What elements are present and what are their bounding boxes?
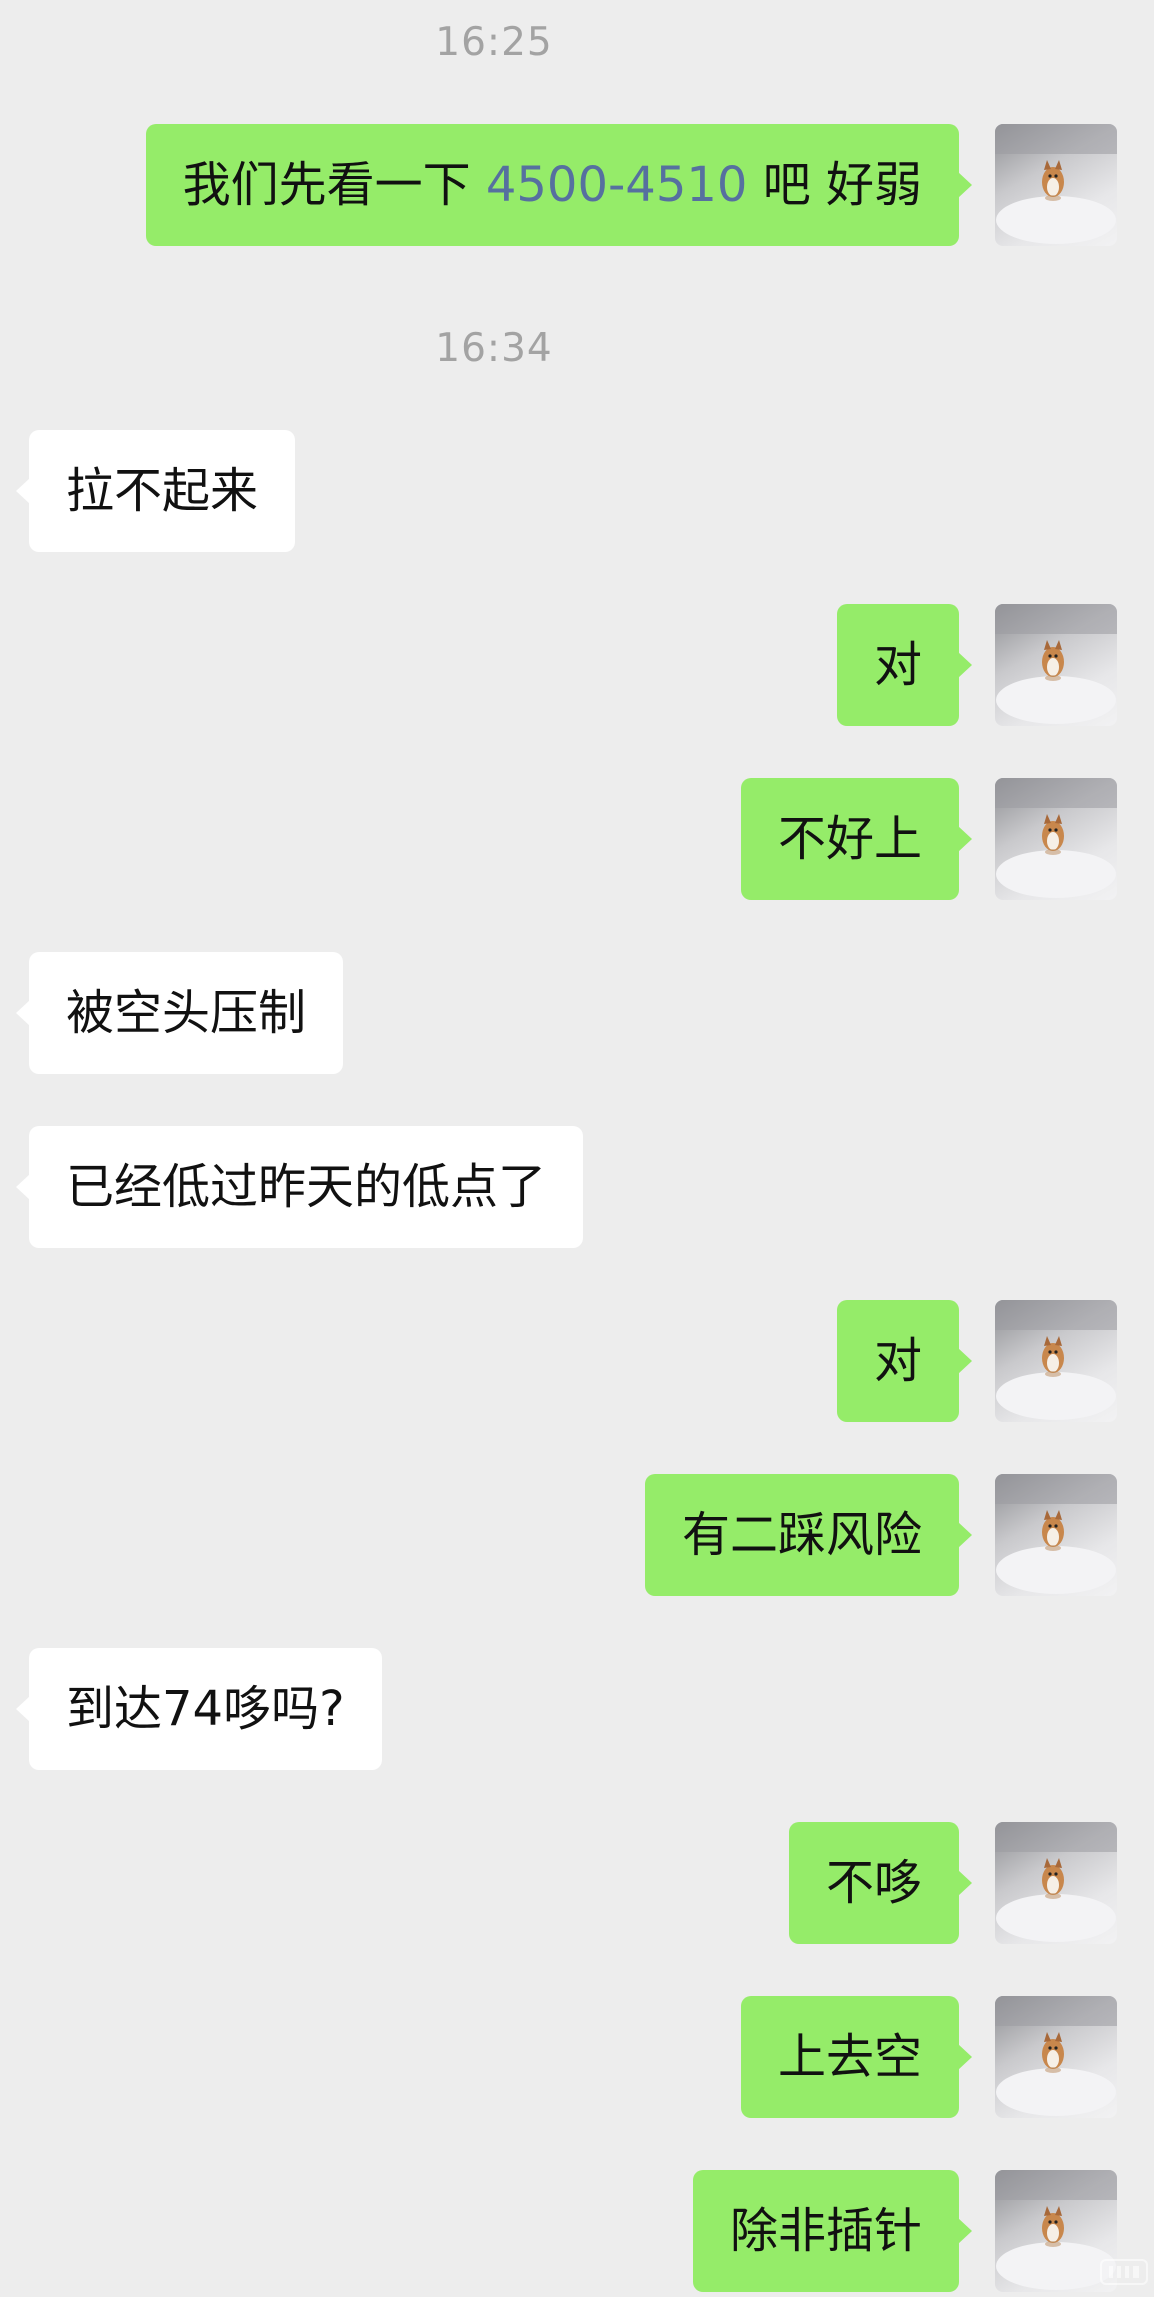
timestamp: 16:25 (435, 20, 553, 65)
avatar[interactable] (995, 1474, 1117, 1596)
message-text: 不好上 (777, 811, 922, 867)
avatar[interactable] (995, 1822, 1117, 1944)
message-bubble-received[interactable]: 拉不起来 (15, 430, 296, 552)
message-bubble-sent[interactable]: 我们先看一下 4500-4510 吧 好弱 (145, 124, 973, 246)
corgi-in-snow-avatar-icon (995, 124, 1117, 244)
message-text: 有二踩风险 (681, 1507, 922, 1563)
message-bubble-received[interactable]: 到达74哆吗? (16, 1648, 382, 1770)
message-bubble-received[interactable]: 被空头压制 (15, 952, 344, 1074)
corgi-in-snow-avatar-icon (995, 778, 1117, 898)
watermark-icon (1100, 2259, 1148, 2285)
message-text: 拉不起来 (66, 463, 259, 519)
message-text: 被空头压制 (66, 985, 307, 1041)
message-text: 吧 好弱 (747, 157, 922, 213)
corgi-in-snow-avatar-icon (995, 1822, 1117, 1942)
avatar[interactable] (995, 778, 1117, 900)
corgi-in-snow-avatar-icon (995, 2170, 1117, 2290)
message-text: 对 (873, 637, 922, 693)
message-bubble-sent[interactable]: 有二踩风险 (644, 1474, 973, 1596)
avatar[interactable] (995, 1996, 1117, 2118)
avatar[interactable] (995, 2170, 1117, 2292)
message-bubble-sent[interactable]: 对 (836, 604, 973, 726)
message-bubble-sent[interactable]: 上去空 (740, 1996, 973, 2118)
message-bubble-sent[interactable]: 对 (836, 1300, 973, 1422)
message-text: 到达74哆吗? (66, 1681, 345, 1737)
message-text: 我们先看一下 (182, 157, 486, 213)
avatar[interactable] (995, 124, 1117, 246)
message-text: 已经低过昨天的低点了 (66, 1159, 547, 1215)
message-text: 对 (873, 1333, 922, 1389)
message-bubble-received[interactable]: 已经低过昨天的低点了 (15, 1126, 584, 1248)
message-text: 不哆 (825, 1855, 922, 1911)
corgi-in-snow-avatar-icon (995, 604, 1117, 724)
watermark-icon (1100, 2259, 1148, 2289)
timestamp: 16:34 (435, 326, 553, 371)
corgi-in-snow-avatar-icon (995, 1474, 1117, 1594)
corgi-in-snow-avatar-icon (995, 1996, 1117, 2116)
message-text: 上去空 (777, 2029, 922, 2085)
message-number-link[interactable]: 4500-4510 (486, 157, 748, 213)
avatar[interactable] (995, 1300, 1117, 1422)
corgi-in-snow-avatar-icon (995, 1300, 1117, 1420)
message-bubble-sent[interactable]: 除非插针 (692, 2170, 973, 2292)
avatar[interactable] (995, 604, 1117, 726)
message-bubble-sent[interactable]: 不哆 (788, 1822, 973, 1944)
message-text: 除非插针 (729, 2203, 922, 2259)
message-bubble-sent[interactable]: 不好上 (740, 778, 973, 900)
